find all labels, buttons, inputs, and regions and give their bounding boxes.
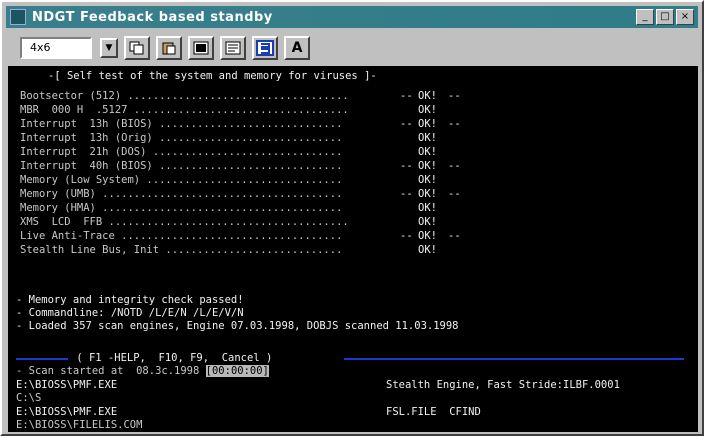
scan-time: [00:00:00] [205,365,269,377]
window-controls: _ □ × [636,9,694,25]
fullscreen-icon[interactable] [188,36,214,60]
check-dash: -- [400,160,413,172]
file-path: E:\BIOSS\FILELIS.COM [16,419,143,431]
check-status: OK! [418,174,437,186]
check-label: MBR 000 H .5127 ........................… [20,104,349,116]
check-dash: -- [400,188,413,200]
check-status: OK! [418,188,437,200]
check-dash: -- [400,90,413,102]
file-path: C:\S [16,392,42,404]
check-status: OK! [418,230,437,242]
check-dash: -- [448,230,461,242]
message-line: - Memory and integrity check passed! [16,294,244,306]
check-label: XMS LCD FFB ............................… [20,216,349,228]
check-status: OK! [418,146,437,158]
check-dash: -- [400,230,413,242]
paste-icon[interactable] [156,36,182,60]
file-info: FSL.FILE CFIND [386,406,481,418]
menu-rule-right [344,358,684,360]
background-icon[interactable] [252,36,278,60]
check-label: Interrupt 21h (DOS) ....................… [20,146,343,158]
check-status: OK! [418,118,437,130]
app-icon[interactable] [10,9,26,25]
check-dash: -- [448,160,461,172]
console-output[interactable]: -[ Self test of the system and memory fo… [8,66,698,432]
check-dash: -- [448,90,461,102]
maximize-button[interactable]: □ [656,9,674,25]
check-label: Memory (Low System) ....................… [20,174,343,186]
check-dash: -- [400,118,413,130]
check-dash: -- [448,188,461,200]
font-icon[interactable]: A [284,36,310,60]
check-label: Memory (HMA) ...........................… [20,202,343,214]
check-status: OK! [418,244,437,256]
file-info: Stealth Engine, Fast Stride:ILBF.0001 [386,379,620,391]
file-path: E:\BIOSS\PMF.EXE [16,379,118,391]
scan-status: - Scan started at 08.3c.1998 [00:00:00] [16,365,269,377]
check-status: OK! [418,202,437,214]
window-title: NDGT Feedback based standby [32,9,273,25]
message-line: - Loaded 357 scan engines, Engine 07.03.… [16,320,459,332]
app-window: NDGT Feedback based standby _ □ × 4x6 ▼ … [0,0,704,436]
message-line: - Commandline: /NOTD /L/E/N /L/E/V/N [16,307,244,319]
chevron-down-icon[interactable]: ▼ [100,38,118,58]
close-button[interactable]: × [676,9,694,25]
check-label: Stealth Line Bus, Init .................… [20,244,343,256]
copy-icon[interactable] [124,36,150,60]
properties-icon[interactable] [220,36,246,60]
font-size-select[interactable]: 4x6 [20,37,92,59]
check-dash: -- [448,118,461,130]
toolbar: 4x6 ▼ A [6,32,698,64]
console-header: -[ Self test of the system and memory fo… [48,70,377,82]
check-label: Interrupt 40h (BIOS) ...................… [20,160,343,172]
check-label: Interrupt 13h (BIOS) ...................… [20,118,343,130]
check-label: Bootsector (512) .......................… [20,90,349,102]
minimize-button[interactable]: _ [636,9,654,25]
check-label: Live Anti-Trace ........................… [20,230,343,242]
check-status: OK! [418,160,437,172]
check-label: Interrupt 13h (Orig) ...................… [20,132,343,144]
check-status: OK! [418,132,437,144]
check-label: Memory (UMB) ...........................… [20,188,343,200]
title-bar[interactable]: NDGT Feedback based standby _ □ × [6,6,698,28]
check-status: OK! [418,90,437,102]
scan-status-text: - Scan started at 08.3c.1998 [16,365,206,377]
function-key-menu[interactable]: ( F1 -HELP, F10, F9, Cancel ) [70,352,279,364]
check-status: OK! [418,216,437,228]
file-path: E:\BIOSS\PMF.EXE [16,406,118,418]
check-status: OK! [418,104,437,116]
menu-rule-left [16,358,68,360]
